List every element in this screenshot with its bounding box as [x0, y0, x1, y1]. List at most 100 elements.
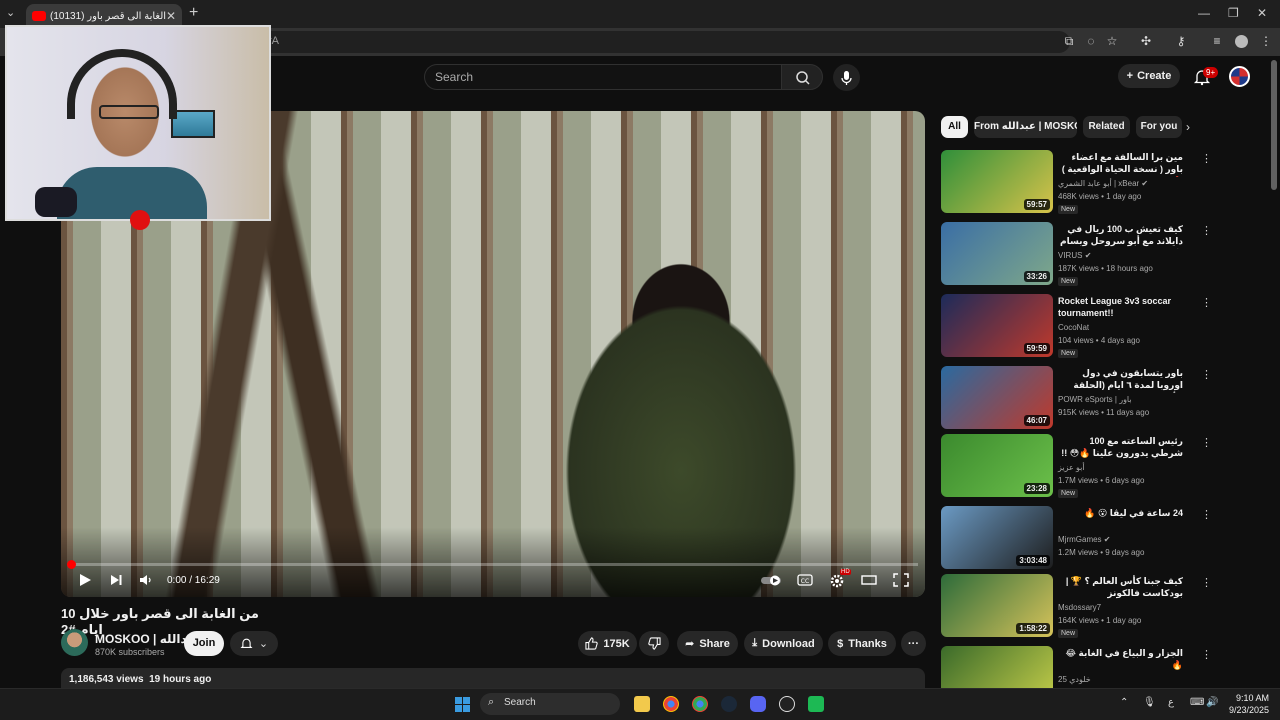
related-video-title[interactable]: الجزار و البياع في الغابة 😂 🔥 — [1058, 647, 1183, 671]
share-arrow-icon: ➦ — [685, 638, 695, 650]
related-video-title[interactable]: رئيس الساعته مع 100 شرطي يدورون علينا 🔥😳… — [1058, 435, 1183, 461]
progress-bar[interactable] — [68, 563, 918, 566]
more-options-icon[interactable]: ⋮ — [1201, 508, 1212, 521]
join-button[interactable]: Join — [184, 631, 224, 656]
chip-from-channel[interactable]: From عبدالله | MOSKOO — [974, 116, 1077, 138]
related-video-item[interactable]: 33:26 كيف تعيش ب 100 ريال في دايلاند مع أ… — [941, 222, 1271, 288]
tray-network-icon[interactable]: ⌨ — [1190, 697, 1204, 708]
taskbar-search[interactable]: ⌕ Search — [480, 693, 620, 715]
chips-next-arrow-icon[interactable]: › — [1186, 120, 1190, 134]
search-input[interactable]: Search — [424, 64, 781, 90]
chip-all[interactable]: All — [941, 116, 968, 138]
new-badge: New — [1058, 349, 1079, 358]
more-options-icon[interactable]: ⋮ — [1201, 224, 1212, 237]
more-actions-button[interactable]: ··· — [901, 631, 926, 656]
browser-profile-avatar[interactable] — [1235, 35, 1248, 48]
play-icon[interactable] — [78, 573, 92, 587]
tray-volume-icon[interactable]: 🔊 — [1206, 697, 1218, 708]
chrome-icon[interactable] — [663, 696, 679, 712]
password-key-icon[interactable]: ⚷ — [1174, 34, 1188, 48]
minimize-button[interactable]: — — [1198, 6, 1210, 20]
install-app-icon[interactable]: ⧉ — [1062, 34, 1076, 48]
next-icon[interactable] — [109, 573, 123, 587]
steam-icon[interactable] — [721, 696, 737, 712]
video-thumbnail[interactable]: 46:07 — [941, 366, 1053, 429]
thanks-button[interactable]: $ Thanks — [828, 631, 896, 656]
extensions-icon[interactable]: ✣ — [1139, 34, 1153, 48]
related-channel-label: خلودي 25 — [1058, 675, 1091, 684]
windows-start-icon[interactable] — [455, 697, 470, 712]
taskbar-clock[interactable]: 9:10 AM 9/23/2025 — [1225, 692, 1269, 716]
video-thumbnail[interactable]: 59:57 — [941, 150, 1053, 213]
chip-for-you[interactable]: For you — [1136, 116, 1182, 138]
browser-menu-icon[interactable]: ⋮ — [1259, 34, 1273, 48]
video-thumbnail[interactable]: 59:59 — [941, 294, 1053, 357]
related-video-item[interactable]: 1:58:22 كيف جبنا كأس العالم ؟ 🏆 | بودكاست… — [941, 574, 1271, 640]
description-box[interactable]: 1,186,543 views 19 hours ago — [61, 668, 925, 690]
new-badge: New — [1058, 489, 1079, 498]
related-video-title[interactable]: كيف جبنا كأس العالم ؟ 🏆 | بودكاست فالكون… — [1058, 575, 1183, 599]
share-button[interactable]: ➦ Share — [677, 631, 738, 656]
related-video-title[interactable]: كيف تعيش ب 100 ريال في دايلاند مع أبو سر… — [1058, 223, 1183, 249]
tray-mic-icon[interactable]: 🎙 — [1143, 697, 1156, 708]
video-thumbnail[interactable]: 3:03:48 — [941, 506, 1053, 569]
obs-icon[interactable] — [779, 696, 795, 712]
tray-chevron-icon[interactable]: ⌃ — [1120, 697, 1128, 708]
hide-eye-icon[interactable]: ◌ — [1084, 34, 1098, 48]
new-tab-button[interactable]: + — [189, 4, 198, 22]
chip-related[interactable]: Related — [1083, 116, 1130, 138]
tab-close-icon[interactable]: ✕ — [166, 9, 176, 23]
more-options-icon[interactable]: ⋮ — [1201, 368, 1212, 381]
create-button[interactable]: + Create — [1118, 64, 1180, 88]
discord-icon[interactable] — [750, 696, 766, 712]
channel-avatar[interactable] — [61, 629, 88, 656]
captions-icon[interactable]: CC — [797, 573, 813, 587]
related-video-item[interactable]: 59:59 Rocket League 3v3 soccar tournament… — [941, 294, 1271, 360]
download-button[interactable]: ⤓ Download — [744, 631, 823, 656]
chrome-profile-icon[interactable] — [692, 696, 708, 712]
autoplay-toggle-icon[interactable] — [760, 573, 784, 587]
tab-search-icon[interactable]: ⌄ — [6, 6, 15, 19]
related-video-item[interactable]: 46:07 باور يتسابقون في دول اوروبا لمدة ٦ … — [941, 366, 1271, 432]
video-thumbnail[interactable]: 23:28 — [941, 434, 1053, 497]
video-thumbnail[interactable]: 33:26 — [941, 222, 1053, 285]
related-video-item[interactable]: 3:03:48 24 ساعة في ليڤا 😮 🔥 MjrmGames ✔ 1.2… — [941, 506, 1271, 572]
bookmark-star-icon[interactable]: ☆ — [1105, 34, 1119, 48]
progress-scrubber[interactable] — [67, 560, 76, 569]
related-video-title[interactable]: مين برا السالفة مع اعضاء باور ( نسخة الح… — [1058, 151, 1183, 177]
duration-badge: 59:59 — [1023, 343, 1050, 354]
microphone-picture — [35, 187, 77, 217]
close-window-button[interactable]: ✕ — [1257, 6, 1267, 20]
app-icon[interactable] — [808, 696, 824, 712]
subscribe-notifications-button[interactable]: ⌄ — [230, 631, 278, 656]
more-options-icon[interactable]: ⋮ — [1201, 648, 1212, 661]
more-options-icon[interactable]: ⋮ — [1201, 436, 1212, 449]
voice-search-button[interactable] — [833, 64, 860, 91]
settings-gear-icon[interactable] — [829, 573, 845, 589]
more-options-icon[interactable]: ⋮ — [1201, 576, 1212, 589]
media-control-icon[interactable]: ≡ — [1210, 34, 1224, 48]
create-label: Create — [1137, 70, 1172, 82]
page-scrollbar[interactable] — [1271, 60, 1277, 190]
duration-badge: 33:26 — [1023, 271, 1050, 282]
related-video-item[interactable]: 59:57 مين برا السالفة مع اعضاء باور ( نسخ… — [941, 150, 1271, 216]
file-explorer-icon[interactable] — [634, 696, 650, 712]
maximize-button[interactable]: ❐ — [1228, 6, 1239, 20]
dislike-button[interactable] — [639, 631, 669, 656]
account-avatar[interactable] — [1229, 66, 1250, 87]
video-thumbnail[interactable]: 1:58:22 — [941, 574, 1053, 637]
related-video-item[interactable]: 23:28 رئيس الساعته مع 100 شرطي يدورون علي… — [941, 434, 1271, 500]
more-options-icon[interactable]: ⋮ — [1201, 296, 1212, 309]
fullscreen-icon[interactable] — [893, 573, 909, 587]
like-button[interactable]: 175K — [578, 631, 637, 656]
tray-language[interactable]: ع — [1168, 697, 1174, 708]
search-button[interactable] — [781, 64, 823, 90]
related-channel-name: CocoNat — [1058, 323, 1089, 332]
related-video-title[interactable]: Rocket League 3v3 soccar tournament!! — [1058, 295, 1183, 319]
related-video-title[interactable]: 24 ساعة في ليڤا 😮 🔥 — [1058, 507, 1183, 519]
address-bar[interactable]: rA — [250, 31, 1070, 53]
theater-mode-icon[interactable] — [861, 573, 877, 587]
more-options-icon[interactable]: ⋮ — [1201, 152, 1212, 165]
related-video-title[interactable]: باور يتسابقون في دول اوروبا لمدة ٦ ايام … — [1058, 367, 1183, 393]
volume-icon[interactable] — [139, 573, 153, 587]
